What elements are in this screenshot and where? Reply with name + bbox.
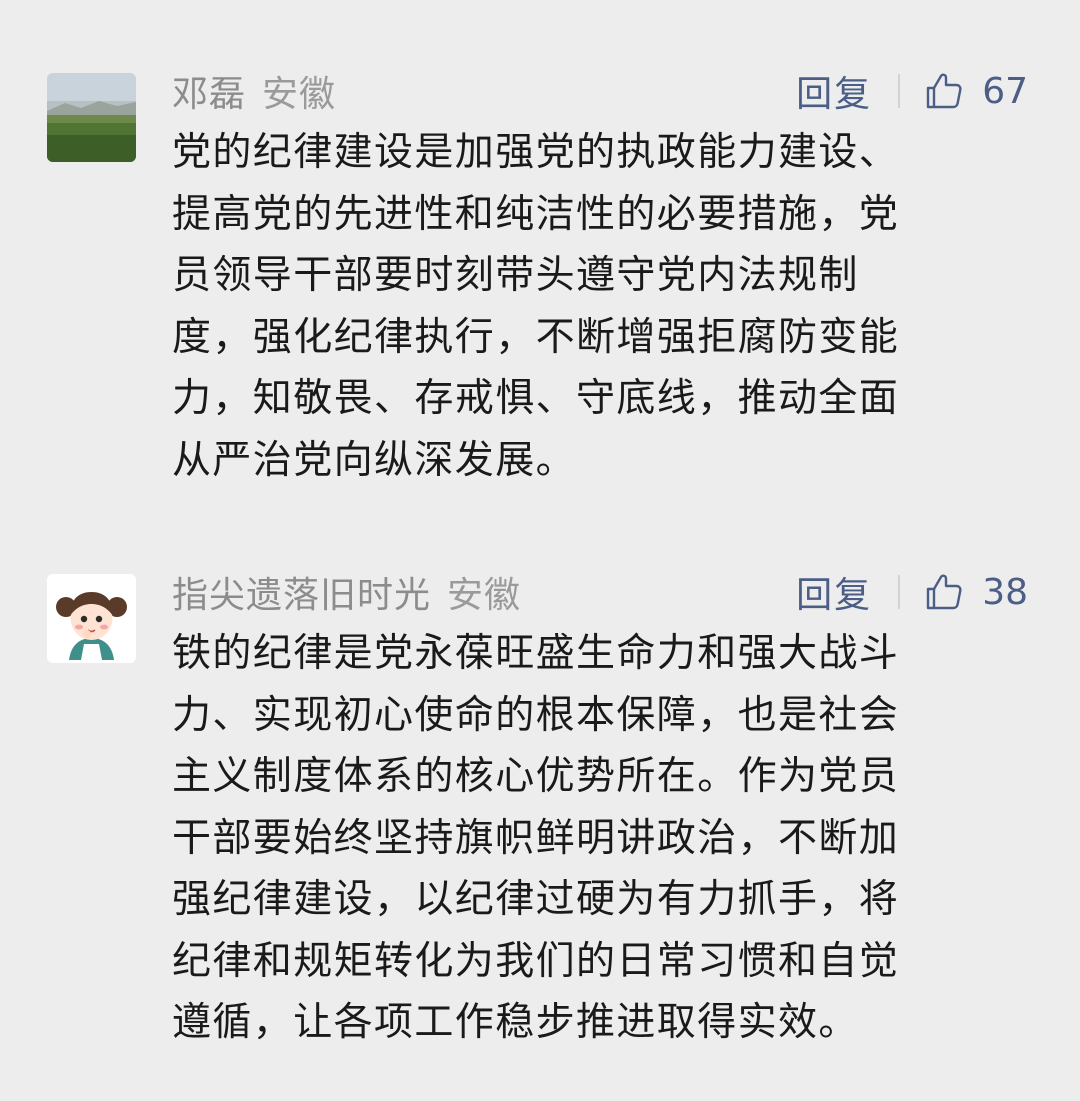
like-button[interactable]: 67: [924, 71, 1028, 112]
comment-text-line: 力，知敬畏、存戒惧、守底线，推动全面: [172, 376, 900, 421]
comment-region: 安徽: [262, 74, 337, 115]
cartoon-girl-avatar-icon: [47, 574, 136, 663]
comment-text-line: 党的纪律建设是加强党的执政能力建设、: [172, 130, 900, 175]
comment-text-line: 铁的纪律是党永葆旺盛生命力和强大战斗: [172, 631, 900, 676]
comment-author[interactable]: 邓磊: [172, 65, 246, 117]
user-avatar[interactable]: [47, 574, 136, 663]
comment-text: 党的纪律建设是加强党的执政能力建设、 提高党的先进性和纯洁性的必要措施，党 员领…: [172, 122, 1012, 491]
like-count: 67: [982, 70, 1028, 112]
divider: [898, 575, 901, 609]
comment-text: 铁的纪律是党永葆旺盛生命力和强大战斗 力、实现初心使命的根本保障，也是社会 主义…: [172, 623, 1012, 1054]
like-count: 38: [982, 571, 1028, 613]
comment-text-line: 员领导干部要时刻带头遵守党内法规制: [172, 253, 859, 298]
landscape-avatar-icon: [47, 73, 136, 162]
comment-text-line: 从严治党向纵深发展。: [172, 437, 577, 483]
comment-region: 安徽: [447, 575, 522, 616]
comment-text-line: 提高党的先进性和纯洁性的必要措施，党: [172, 191, 900, 237]
thumbs-up-icon: [926, 574, 962, 610]
comment-text-line: 干部要始终坚持旗帜鲜明讲政治，不断加: [172, 815, 900, 861]
comment-text-line: 主义制度体系的核心优势所在。作为党员: [172, 754, 900, 799]
comment-text-line: 强纪律建设，以纪律过硬为有力抓手，将: [172, 877, 900, 922]
thumbs-up-icon: [926, 73, 962, 109]
comment-text-line: 度，强化纪律执行，不断增强拒腐防变能: [172, 314, 900, 360]
comment-author[interactable]: 指尖遗落旧时光: [172, 566, 431, 618]
reply-button[interactable]: 回复: [796, 566, 872, 618]
user-avatar[interactable]: [47, 73, 136, 162]
divider: [898, 74, 901, 108]
reply-button[interactable]: 回复: [796, 65, 872, 117]
like-button[interactable]: 38: [924, 572, 1028, 613]
comment-text-line: 遵循，让各项工作稳步推进取得实效。: [172, 1000, 859, 1045]
comment-text-line: 力、实现初心使命的根本保障，也是社会: [172, 692, 900, 738]
comment-text-line: 纪律和规矩转化为我们的日常习惯和自觉: [172, 938, 900, 984]
